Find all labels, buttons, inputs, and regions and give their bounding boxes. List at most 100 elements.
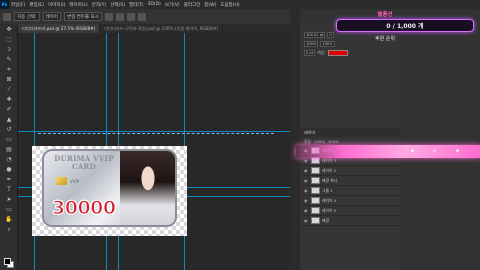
eye-icon[interactable]: ◉ (304, 218, 309, 223)
eye-icon[interactable]: ◉ (304, 188, 309, 193)
menu-layer[interactable]: 레이어(L) (67, 2, 89, 8)
layer-name: 배경 (322, 217, 329, 223)
marquee-tool-icon[interactable]: ⬚ (4, 36, 14, 44)
menu-view[interactable]: 보기(V) (163, 2, 182, 8)
zoom-tool-icon[interactable]: ⌕ (4, 226, 14, 234)
eye-icon[interactable]: ◉ (304, 158, 309, 163)
menu-plugins[interactable]: 플러그인 (182, 2, 203, 8)
frame-tool-icon[interactable]: ⊠ (4, 76, 14, 84)
horizontal-scale-field[interactable]: 100% (320, 40, 335, 47)
move-tool-icon (3, 12, 11, 21)
text-color-swatch[interactable] (327, 49, 348, 56)
stamp-tool-icon[interactable]: ▲ (4, 116, 14, 124)
layer-name: 레이어 2 (322, 167, 337, 173)
options-bar: 자동 선택: 레이어 변형 컨트롤 표시 (0, 9, 300, 24)
layer-row[interactable]: ◉ 레이어 5 (301, 206, 401, 216)
layer-name: 배경 복사 (322, 177, 338, 183)
quick-select-tool-icon[interactable]: ✎ (4, 56, 14, 64)
layer-fill-value[interactable]: 100% (328, 139, 339, 144)
menu-window[interactable]: 창(W) (202, 2, 218, 8)
eraser-tool-icon[interactable]: ▭ (4, 136, 14, 144)
font-size-field[interactable]: 100.01 pt (304, 31, 326, 38)
type-tool-icon[interactable]: T (4, 186, 14, 194)
menu-type[interactable]: 문자(Y) (90, 2, 109, 8)
canvas-area[interactable]: DURIMA VVIP CARD VVIP 30000 (18, 33, 290, 270)
crop-tool-icon[interactable]: ⌗ (4, 66, 14, 74)
vertical-scale-field[interactable]: 100% (304, 40, 319, 47)
layer-name: 레이어 5 (322, 207, 337, 213)
menu-file[interactable]: 파일(F) (9, 2, 27, 8)
layer-thumbnail (311, 167, 320, 174)
layer-row[interactable]: ◉ 그룹 1 (301, 186, 401, 196)
layer-thumbnail (311, 187, 320, 194)
layer-name: 그룹 1 (322, 187, 333, 193)
path-select-tool-icon[interactable]: ➤ (4, 196, 14, 204)
align-center-icon[interactable] (115, 12, 124, 21)
menu-select[interactable]: 선택(S) (108, 2, 127, 8)
menu-filter[interactable]: 필터(T) (127, 2, 146, 8)
card-small-text: VVIP (70, 179, 80, 184)
layer-row[interactable]: ◉ 배경 복사 (301, 176, 401, 186)
eye-icon[interactable]: ◉ (304, 208, 309, 213)
tools-panel: ✥ ⬚ ↄ ✎ ⌗ ⊠ ⁄ ✚ ✐ ▲ ↺ ▭ ▤ ◔ ● ✒ T ➤ ▭ ✋ … (0, 24, 18, 270)
layer-thumbnail (311, 157, 320, 164)
overlay-title: 별풍선 (377, 12, 393, 18)
guide-line[interactable] (18, 131, 290, 132)
layer-filter-label[interactable]: 종류 (304, 139, 311, 145)
eye-icon[interactable]: ◉ (304, 198, 309, 203)
layer-row[interactable]: ◉ 레이어 2 (301, 166, 401, 176)
lasso-tool-icon[interactable]: ↄ (4, 46, 14, 54)
healing-tool-icon[interactable]: ✚ (4, 96, 14, 104)
gradient-tool-icon[interactable]: ▤ (4, 146, 14, 154)
eyedropper-tool-icon[interactable]: ⁄ (4, 86, 14, 94)
menu-edit[interactable]: 편집(E) (27, 2, 46, 8)
overlay-gauge: 0 / 1,000 개 (336, 19, 474, 32)
layer-opacity-value[interactable]: 100% (314, 139, 325, 144)
tab-document-2[interactable]: 디디디카드-구독자-후원.psd @ 100% (후원 레이어, RGB/8#) (100, 24, 223, 33)
panel-icon-strip (290, 9, 300, 270)
card-title: DURIMA VVIP CARD (54, 154, 114, 171)
transform-controls-checkbox[interactable]: 변형 컨트롤 표시 (63, 12, 102, 21)
history-brush-tool-icon[interactable]: ↺ (4, 126, 14, 134)
dodge-tool-icon[interactable]: ● (4, 166, 14, 174)
photoshop-logo: Ps (0, 0, 9, 9)
selection-marquee[interactable] (38, 133, 274, 134)
shape-tool-icon[interactable]: ▭ (4, 206, 14, 214)
foreground-color-swatch[interactable] (4, 258, 11, 265)
sparkle-icon: ✦ (455, 148, 461, 155)
tab-document-1[interactable]: 디디디카드비.psd @ 27.1% (RGB/8#) (18, 24, 101, 33)
photoshop-window: Ps 파일(F) 편집(E) 이미지(I) 레이어(L) 문자(Y) 선택(S)… (0, 0, 480, 270)
menu-help[interactable]: 도움말(H) (218, 2, 241, 8)
hand-tool-icon[interactable]: ✋ (4, 216, 14, 224)
layer-thumbnail (311, 177, 320, 184)
layer-row[interactable]: ◉ 레이어 4 (301, 196, 401, 206)
tracking-field[interactable]: 0 (327, 31, 334, 38)
move-tool-icon[interactable]: ✥ (4, 26, 14, 34)
layer-name: 레이어 4 (322, 197, 337, 203)
more-options-icon[interactable] (137, 12, 146, 21)
align-left-icon[interactable] (104, 12, 113, 21)
pen-tool-icon[interactable]: ✒ (4, 176, 14, 184)
auto-select-dropdown[interactable]: 레이어 (42, 12, 61, 21)
eye-icon[interactable]: ◉ (304, 178, 309, 183)
card-portrait (120, 151, 175, 225)
blur-tool-icon[interactable]: ◔ (4, 156, 14, 164)
auto-select-checkbox[interactable]: 자동 선택: (14, 12, 40, 21)
brush-tool-icon[interactable]: ✐ (4, 106, 14, 114)
overlay-glow-band (296, 145, 480, 158)
overlay-subtitle: 후원 순위 (375, 36, 395, 42)
vvip-card-image: DURIMA VVIP CARD VVIP 30000 (42, 149, 177, 227)
align-right-icon[interactable] (126, 12, 135, 21)
menu-3d[interactable]: 3D(D) (146, 2, 163, 7)
menu-bar: Ps 파일(F) 편집(E) 이미지(I) 레이어(L) 문자(Y) 선택(S)… (0, 0, 480, 9)
sparkle-icon: ✦ (410, 148, 416, 155)
layer-row[interactable]: ◉ 배경 (301, 216, 401, 226)
layer-thumbnail (311, 217, 320, 224)
layers-panel-title[interactable]: 레이어 (301, 128, 401, 137)
eye-icon[interactable]: ◉ (304, 168, 309, 173)
baseline-field[interactable]: 0 pt (304, 49, 316, 56)
menu-image[interactable]: 이미지(I) (46, 2, 67, 8)
document-tabs: 디디디카드비.psd @ 27.1% (RGB/8#) 디디디카드-구독자-후원… (18, 24, 290, 33)
layer-thumbnail (311, 207, 320, 214)
document-canvas[interactable]: DURIMA VVIP CARD VVIP 30000 (32, 146, 187, 236)
